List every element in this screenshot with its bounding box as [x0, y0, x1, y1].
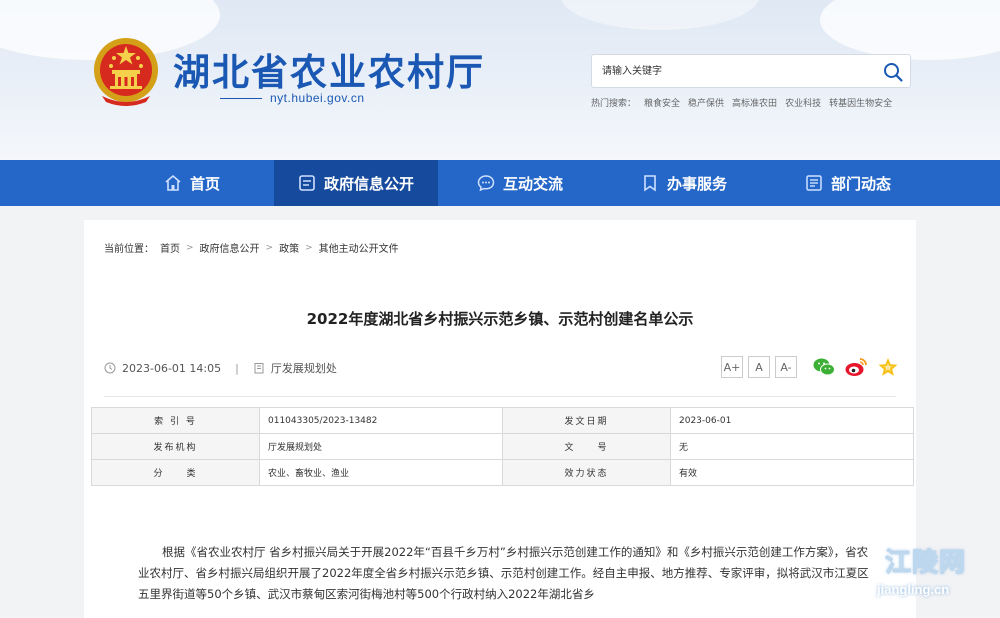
font-size-controls: A+ A A- [721, 356, 797, 378]
main-nav: 首页 政府信息公开 互动交流 办事服务 部门动态 [0, 160, 1000, 206]
cloud-decoration [820, 0, 1000, 60]
article-meta: 2023-06-01 14:05 | 厅发展规划处 [104, 360, 337, 376]
cloud-decoration [560, 0, 760, 30]
wechat-icon[interactable] [812, 356, 836, 378]
info-label: 发布机构 [91, 433, 260, 460]
chevron-right-icon: > [186, 242, 194, 253]
info-value: 农业、畜牧业、渔业 [259, 459, 503, 486]
nav-item-label: 办事服务 [666, 174, 727, 193]
nav-item-services[interactable]: 办事服务 [602, 160, 766, 206]
bookmark-icon [644, 175, 656, 192]
table-row: 发布机构 厅发展规划处 文 号 无 [91, 433, 914, 460]
info-label: 文 号 [502, 433, 671, 460]
info-table: 索 引 号 011043305/2023-13482 发文日期 2023-06-… [91, 407, 914, 486]
share-bar [812, 356, 900, 378]
search-box [591, 54, 911, 88]
nav-item-gov-info[interactable]: 政府信息公开 [274, 160, 438, 206]
watermark: 江陵网 jiangling.cn [855, 540, 1000, 618]
site-url-row: nyt.hubei.gov.cn [220, 91, 365, 105]
favorite-icon[interactable] [876, 356, 900, 378]
meta-divider [104, 396, 896, 397]
hot-search-label: 热门搜索： [591, 99, 637, 109]
article-body: 根据《省农业农村厅 省乡村振兴局关于开展2022年“百县千乡万村”乡村振兴示范创… [138, 545, 869, 601]
info-label: 索 引 号 [91, 407, 260, 434]
nav-item-label: 政府信息公开 [323, 174, 414, 193]
clock-icon [104, 362, 116, 374]
nav-item-interaction[interactable]: 互动交流 [438, 160, 602, 206]
site-title[interactable]: 湖北省农业农村厅 [173, 42, 485, 96]
nav-item-label: 首页 [189, 174, 220, 193]
breadcrumb: 当前位置： 首页 > 政府信息公开 > 政策 > 其他主动公开文件 [104, 240, 399, 256]
info-value: 011043305/2023-13482 [259, 407, 503, 434]
hot-keyword[interactable]: 稳产保供 [688, 96, 724, 109]
table-row: 分 类 农业、畜牧业、渔业 效力状态 有效 [91, 459, 914, 486]
chevron-right-icon: > [265, 242, 274, 253]
search-icon[interactable] [882, 61, 904, 83]
breadcrumb-item[interactable]: 政策 [279, 240, 299, 255]
info-label: 发文日期 [502, 407, 671, 434]
font-normal-button[interactable]: A [748, 356, 770, 378]
article-title: 2022年度湖北省乡村振兴示范乡镇、示范村创建名单公示 [306, 310, 694, 328]
breadcrumb-item[interactable]: 首页 [160, 240, 180, 255]
nav-item-label: 互动交流 [502, 174, 563, 193]
font-larger-button[interactable]: A+ [721, 356, 743, 378]
watermark-cn: 江陵网 [884, 548, 967, 579]
divider [220, 97, 262, 99]
breadcrumb-item[interactable]: 其他主动公开文件 [319, 240, 399, 255]
nav-item-label: 部门动态 [830, 174, 891, 193]
hot-keyword[interactable]: 粮食安全 [644, 96, 680, 109]
info-value: 有效 [670, 459, 914, 486]
site-header: 湖北省农业农村厅 nyt.hubei.gov.cn 热门搜索： 粮食安全 稳产保… [0, 0, 1000, 160]
nav-item-dept-news[interactable]: 部门动态 [766, 160, 930, 206]
table-row: 索 引 号 011043305/2023-13482 发文日期 2023-06-… [91, 407, 914, 434]
news-icon [806, 175, 822, 191]
hot-keyword[interactable]: 转基因生物安全 [829, 96, 892, 109]
article-panel: 当前位置： 首页 > 政府信息公开 > 政策 > 其他主动公开文件 2022年度… [84, 220, 916, 618]
site-url[interactable]: nyt.hubei.gov.cn [270, 91, 365, 105]
hot-keyword[interactable]: 高标准农田 [732, 96, 777, 109]
publish-department: 厅发展规划处 [270, 362, 337, 375]
hot-keyword[interactable]: 农业科技 [785, 96, 821, 109]
info-value: 厅发展规划处 [259, 433, 503, 460]
info-label: 分 类 [91, 459, 260, 486]
search-input[interactable] [602, 55, 872, 87]
info-label: 效力状态 [502, 459, 671, 486]
list-icon [299, 175, 315, 191]
publish-datetime: 2023-06-01 14:05 [122, 361, 222, 375]
chevron-right-icon: > [305, 242, 313, 253]
chat-icon [477, 175, 495, 192]
watermark-en: jiangling.cn [877, 582, 950, 597]
weibo-icon[interactable] [844, 356, 868, 378]
building-icon [254, 363, 264, 374]
nav-item-home[interactable]: 首页 [110, 160, 274, 206]
font-smaller-button[interactable]: A- [775, 356, 797, 378]
breadcrumb-label: 当前位置： [104, 244, 154, 255]
info-value: 2023-06-01 [670, 407, 914, 434]
info-value: 无 [670, 433, 914, 460]
divider: | [235, 361, 239, 375]
home-icon [165, 174, 181, 191]
hot-search: 热门搜索： 粮食安全 稳产保供 高标准农田 农业科技 转基因生物安全 [591, 96, 892, 109]
national-emblem-icon [94, 38, 158, 106]
breadcrumb-item[interactable]: 政府信息公开 [200, 240, 260, 255]
